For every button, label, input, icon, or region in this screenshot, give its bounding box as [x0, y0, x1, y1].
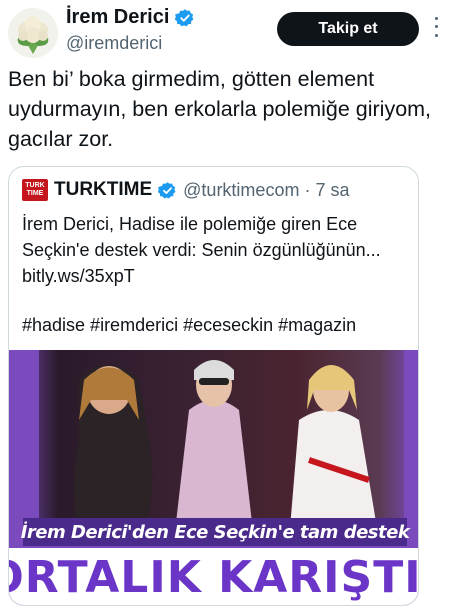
cauliflower-icon — [8, 8, 58, 58]
verified-badge-icon — [158, 181, 176, 198]
quote-handle-time: @turktimecom · 7 sa — [183, 179, 350, 200]
tweet-text: Ben bi’ boka girmedim, götten element uy… — [8, 67, 432, 151]
quote-author-name[interactable]: TURKTIME — [54, 179, 152, 201]
quote-header: TURK TIME TURKTIME @turktimecom · 7 sa — [22, 179, 349, 201]
turktime-logo: TURK TIME — [22, 179, 48, 201]
media-caption: İrem Derici'den Ece Seçkin'e tam destek — [21, 518, 410, 546]
dot — [434, 25, 438, 29]
verified-badge-icon — [175, 8, 194, 26]
quote-body: İrem Derici, Hadise ile polemiğe giren E… — [22, 214, 381, 260]
author-info: İrem Derici @iremderici — [66, 6, 195, 54]
follow-button[interactable]: Takip et — [277, 12, 419, 46]
logo-text: TIME — [26, 190, 44, 197]
quote-media-image[interactable]: İrem Derici'den Ece Seçkin'e tam destek … — [9, 350, 418, 605]
media-headline: ORTALIK KARIŞTI! — [9, 548, 418, 605]
author-avatar[interactable] — [8, 8, 58, 58]
author-name-row: İrem Derici — [66, 6, 195, 29]
author-handle[interactable]: @iremderici — [66, 33, 195, 54]
quote-hashtags[interactable]: #hadise #iremderici #eceseckin #magazin — [22, 315, 356, 336]
dot — [434, 34, 438, 38]
dot — [434, 16, 438, 20]
stage-photo — [9, 350, 418, 540]
quote-text: İrem Derici, Hadise ile polemiğe giren E… — [22, 211, 412, 289]
quoted-tweet-card[interactable]: TURK TIME TURKTIME @turktimecom · 7 sa İ… — [8, 166, 419, 606]
logo-text: TURK — [25, 182, 45, 189]
quote-link[interactable]: bitly.ws/35xpT — [22, 263, 412, 289]
more-options-icon[interactable] — [430, 14, 442, 40]
author-display-name[interactable]: İrem Derici — [66, 6, 169, 29]
